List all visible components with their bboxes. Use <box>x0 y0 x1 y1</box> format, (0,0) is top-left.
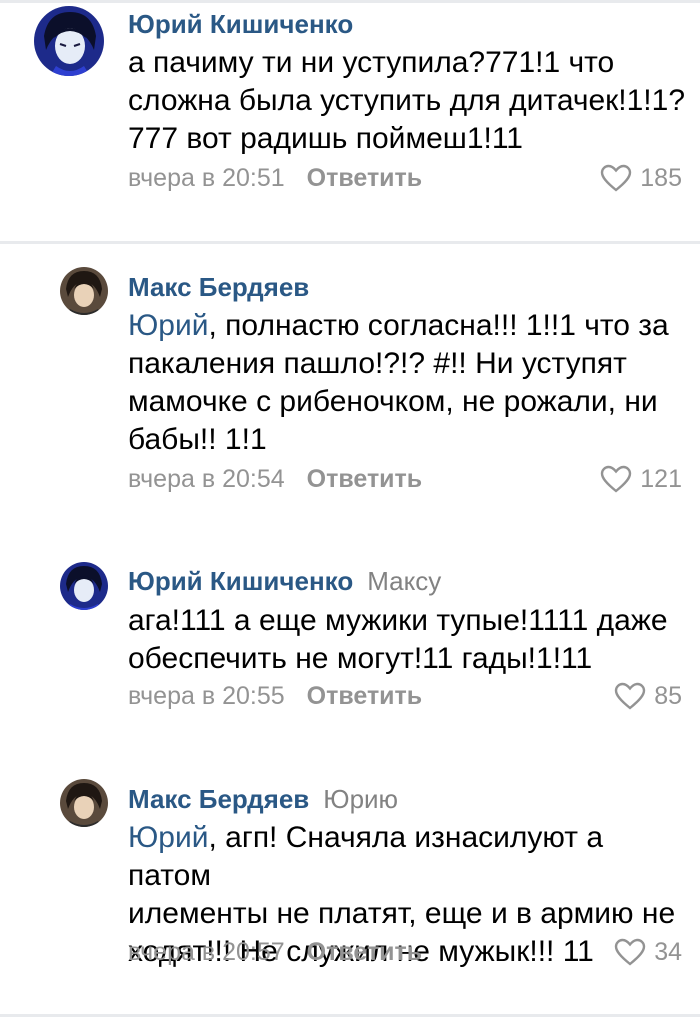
comment-text: Юрий, полнастю согласна!!! 1!!1 что за п… <box>128 307 688 459</box>
like-button[interactable]: 185 <box>600 161 682 195</box>
reply-button[interactable]: Ответить <box>307 682 423 710</box>
timestamp: вчера в 20:57 <box>128 938 285 966</box>
avatar[interactable] <box>60 562 108 610</box>
heart-outline-icon <box>601 164 632 192</box>
comment-body: а пачиму ти ни уступила?771!1 что сложна… <box>128 46 686 155</box>
author-name[interactable]: Юрий Кишиченко <box>128 9 353 39</box>
timestamp: вчера в 20:51 <box>128 164 285 192</box>
comment-body: ага!111 а еще мужики тупые!1111 даже обе… <box>128 604 668 675</box>
like-button[interactable]: 85 <box>614 679 682 713</box>
comment-header: Юрий Кишиченко Максу <box>128 565 441 597</box>
anime-boy-blue-avatar-icon <box>34 6 104 76</box>
author-name[interactable]: Юрий Кишиченко <box>128 566 353 596</box>
like-count: 85 <box>654 681 682 710</box>
like-count: 34 <box>654 937 682 966</box>
timestamp: вчера в 20:54 <box>128 465 285 493</box>
anime-boy-dark-avatar-icon <box>60 267 108 315</box>
avatar[interactable] <box>60 267 108 315</box>
comment-header: Юрий Кишиченко <box>128 8 353 40</box>
reply-button[interactable]: Ответить <box>307 465 423 493</box>
heart-outline-icon <box>601 465 632 493</box>
like-button[interactable]: 34 <box>614 935 682 969</box>
like-button[interactable]: 121 <box>600 462 682 496</box>
avatar[interactable] <box>60 779 108 827</box>
comment-header: Макс Бердяев Юрию <box>128 783 398 815</box>
mention-link[interactable]: Юрий <box>128 309 209 342</box>
heart-outline-icon <box>614 938 646 966</box>
comment-header: Макс Бердяев <box>128 271 309 303</box>
timestamp: вчера в 20:55 <box>128 682 285 710</box>
anime-boy-blue-avatar-icon <box>60 562 108 610</box>
reply-to-label[interactable]: Юрию <box>323 784 398 814</box>
comment-text: ага!111 а еще мужики тупые!1111 даже обе… <box>128 602 688 678</box>
comment-feed: Юрий Кишиченко а пачиму ти ни уступила?7… <box>0 0 700 1020</box>
reply-to-label[interactable]: Максу <box>367 566 441 596</box>
comment-meta: вчера в 20:51 Ответить <box>128 161 422 195</box>
comment-meta: вчера в 20:57 Ответить <box>128 935 422 969</box>
comment-meta: вчера в 20:55 Ответить <box>128 679 422 713</box>
heart-outline-icon <box>614 682 646 710</box>
like-count: 185 <box>640 163 682 192</box>
comment-text: а пачиму ти ни уступила?771!1 что сложна… <box>128 44 688 158</box>
like-count: 121 <box>640 464 682 493</box>
divider <box>0 0 700 3</box>
reply-button[interactable]: Ответить <box>307 164 423 192</box>
author-name[interactable]: Макс Бердяев <box>128 784 309 814</box>
author-name[interactable]: Макс Бердяев <box>128 272 309 302</box>
divider <box>0 241 700 244</box>
anime-boy-dark-avatar-icon <box>60 779 108 827</box>
avatar[interactable] <box>34 6 104 76</box>
mention-link[interactable]: Юрий <box>128 821 209 854</box>
divider <box>0 1014 700 1017</box>
comment-body: , полнастю согласна!!! 1!!1 что за пакал… <box>128 309 669 456</box>
reply-button[interactable]: Ответить <box>307 938 423 966</box>
comment-meta: вчера в 20:54 Ответить <box>128 462 422 496</box>
